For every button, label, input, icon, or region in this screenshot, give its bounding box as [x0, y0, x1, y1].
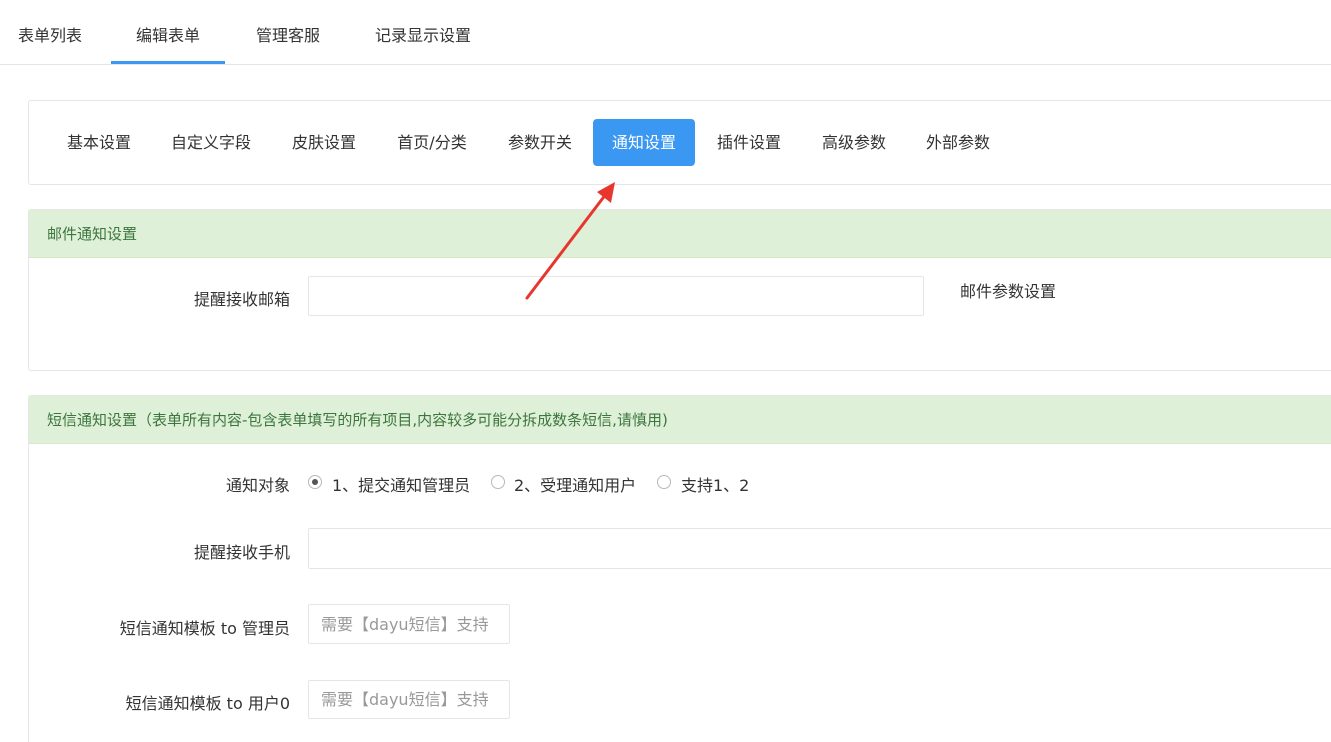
email-settings-link[interactable]: 邮件参数设置 [960, 278, 1056, 302]
email-input[interactable] [308, 276, 924, 316]
notify-target-radio-user[interactable] [491, 475, 505, 489]
tab-edit-form[interactable]: 编辑表单 [111, 0, 225, 64]
notify-target-label: 通知对象 [225, 476, 290, 495]
notify-target-option-both[interactable]: 支持1、2 [681, 472, 749, 496]
tab-notification-settings[interactable]: 通知设置 [593, 119, 695, 166]
tab-plugin-settings[interactable]: 插件设置 [703, 119, 795, 166]
tab-param-switches[interactable]: 参数开关 [495, 119, 585, 166]
tab-skin-settings[interactable]: 皮肤设置 [279, 119, 369, 166]
notify-target-option-user[interactable]: 2、受理通知用户 [514, 472, 636, 496]
tab-home-category[interactable]: 首页/分类 [383, 119, 481, 166]
tab-advanced-params[interactable]: 高级参数 [809, 119, 899, 166]
sms-panel-title: 短信通知设置（表单所有内容-包含表单填写的所有项目,内容较多可能分拆成数条短信,… [29, 396, 1331, 444]
notify-target-option-admin[interactable]: 1、提交通知管理员 [332, 472, 470, 496]
email-field-label: 提醒接收邮箱 [193, 290, 290, 309]
tab-record-display-settings[interactable]: 记录显示设置 [356, 0, 490, 64]
tab-custom-fields[interactable]: 自定义字段 [157, 119, 265, 166]
admin-template-label: 短信通知模板 to 管理员 [119, 619, 290, 638]
tab-form-list[interactable]: 表单列表 [0, 0, 100, 64]
tab-manage-service[interactable]: 管理客服 [236, 0, 340, 64]
user-template-input[interactable] [308, 680, 510, 719]
phone-input[interactable] [308, 528, 1331, 569]
phone-field-label: 提醒接收手机 [193, 543, 290, 562]
top-tab-bar: 表单列表 编辑表单 管理客服 记录显示设置 [0, 0, 1331, 65]
email-panel-title: 邮件通知设置 [29, 210, 1331, 258]
user-template-label: 短信通知模板 to 用户0 [125, 694, 290, 713]
settings-tab-bar: 基本设置 自定义字段 皮肤设置 首页/分类 参数开关 通知设置 插件设置 高级参… [28, 100, 1331, 185]
notify-target-radio-admin[interactable] [308, 475, 322, 489]
tab-basic-settings[interactable]: 基本设置 [51, 119, 147, 166]
admin-template-input[interactable] [308, 604, 510, 644]
notify-target-radio-both[interactable] [657, 475, 671, 489]
tab-external-params[interactable]: 外部参数 [913, 119, 1003, 166]
